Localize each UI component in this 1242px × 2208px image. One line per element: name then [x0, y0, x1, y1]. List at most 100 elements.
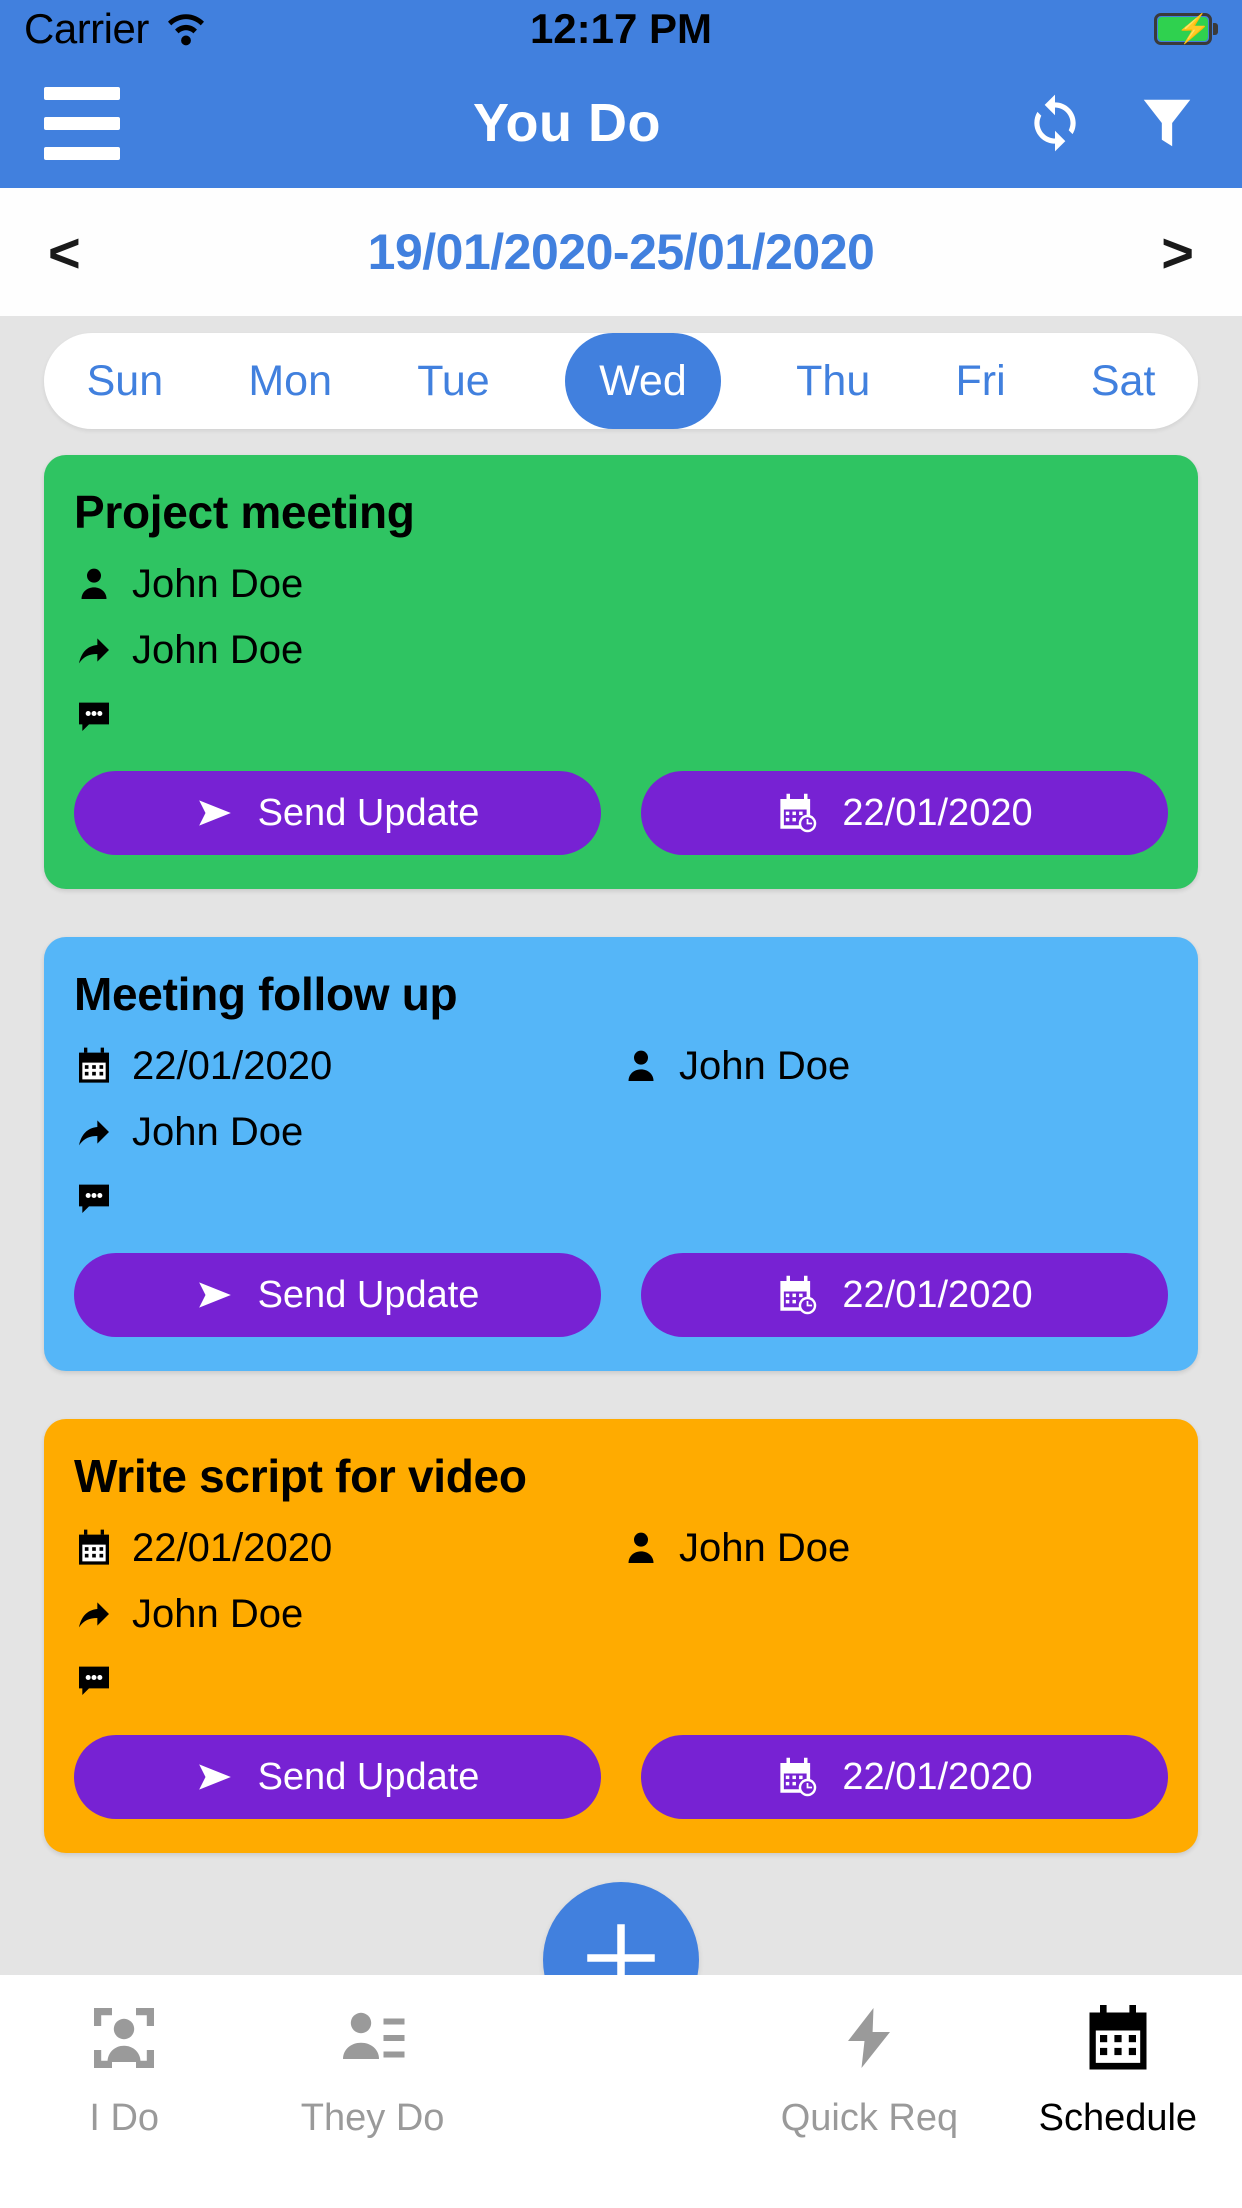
calendar-clock-icon: [776, 1756, 818, 1798]
task-meta-row: 22/01/2020: [74, 1521, 621, 1575]
day-tab-mon[interactable]: Mon: [238, 333, 342, 429]
status-bar-left: Carrier: [24, 5, 530, 53]
day-tab-fri[interactable]: Fri: [945, 333, 1015, 429]
status-bar-right: ⚡: [712, 13, 1218, 45]
task-card[interactable]: Meeting follow up 22/01/2020 John Doe John …: [44, 937, 1198, 1371]
week-range-label: 19/01/2020-25/01/2020: [367, 224, 875, 280]
task-actions: Send Update 22/01/2020: [74, 1735, 1168, 1819]
task-meta-text: John Doe: [132, 627, 304, 672]
tab-they-do[interactable]: They Do: [248, 1999, 496, 2140]
person-frame-icon: [88, 1999, 160, 2077]
task-meta-left: 22/01/2020 John Doe: [74, 1521, 621, 1719]
task-meta-row: John Doe: [74, 623, 621, 677]
app-root: Carrier 12:17 PM ⚡ You Do < 19/01/2020-2…: [0, 0, 1242, 2208]
share-arrow-icon: [74, 1111, 114, 1153]
task-meta-right: John Doe: [621, 1039, 1168, 1237]
task-meta-left: John Doe John Doe: [74, 557, 621, 755]
send-update-label: Send Update: [257, 1755, 480, 1798]
nav-bar: You Do: [0, 58, 1242, 188]
task-meta-text: John Doe: [132, 561, 304, 606]
task-meta-row: [74, 1171, 621, 1225]
prev-week-button[interactable]: <: [48, 220, 108, 285]
lightning-bolt-icon: [833, 1999, 905, 2077]
task-meta-left: 22/01/2020 John Doe: [74, 1039, 621, 1237]
task-meta-right: John Doe: [621, 1521, 1168, 1719]
task-meta-row: [74, 689, 621, 743]
task-date-button[interactable]: 22/01/2020: [641, 1735, 1168, 1819]
day-tab-tue[interactable]: Tue: [407, 333, 500, 429]
calendar-clock-icon: [776, 1274, 818, 1316]
week-navigation: < 19/01/2020-25/01/2020 >: [0, 188, 1242, 316]
day-tab-thu[interactable]: Thu: [786, 333, 880, 429]
task-meta-text: John Doe: [679, 1525, 851, 1570]
task-meta-row: John Doe: [74, 1105, 621, 1159]
tab-schedule[interactable]: Schedule: [994, 1999, 1242, 2140]
day-tab-sun[interactable]: Sun: [77, 333, 174, 429]
task-meta-text: John Doe: [679, 1043, 851, 1088]
task-meta-text: 22/01/2020: [132, 1525, 333, 1570]
comment-dots-icon: [74, 1659, 114, 1701]
task-meta: John Doe John Doe: [74, 557, 1168, 755]
task-card[interactable]: Write script for video 22/01/2020 John Doe…: [44, 1419, 1198, 1853]
send-plane-icon: [196, 1758, 234, 1796]
tab-label: I Do: [89, 2097, 160, 2139]
calendar-icon: [74, 1527, 114, 1569]
clock-label: 12:17 PM: [529, 5, 713, 52]
task-title: Meeting follow up: [74, 968, 458, 1020]
calendar-clock-icon: [776, 792, 818, 834]
task-list: Project meeting John Doe John Doe Send Upda…: [0, 455, 1242, 1901]
task-actions: Send Update 22/01/2020: [74, 1253, 1168, 1337]
task-meta-row: John Doe: [621, 1521, 1168, 1575]
calendar-icon: [74, 1045, 114, 1087]
send-update-label: Send Update: [257, 791, 480, 834]
comment-dots-icon: [74, 1177, 114, 1219]
task-meta-right: [621, 557, 1168, 755]
sync-refresh-icon[interactable]: [1024, 92, 1086, 154]
send-update-button[interactable]: Send Update: [74, 1735, 601, 1819]
bottom-tab-bar: I Do They Do Quick Req Schedule: [0, 1975, 1242, 2208]
nav-actions: [1024, 92, 1198, 154]
person-icon: [74, 563, 114, 605]
tab-label: Quick Req: [780, 2097, 959, 2139]
person-icon: [621, 1045, 661, 1087]
status-bar: Carrier 12:17 PM ⚡: [0, 0, 1242, 58]
day-selector: Sun Mon Tue Wed Thu Fri Sat: [44, 333, 1198, 429]
battery-charging-icon: ⚡: [1154, 13, 1218, 45]
task-title: Project meeting: [74, 486, 415, 538]
task-title: Write script for video: [74, 1450, 527, 1502]
task-meta-row: 22/01/2020: [74, 1039, 621, 1093]
page-title: You Do: [473, 93, 661, 153]
tab-i-do[interactable]: I Do: [0, 1999, 248, 2140]
task-meta-row: John Doe: [621, 1039, 1168, 1093]
task-meta-row: [74, 1653, 621, 1707]
next-week-button[interactable]: >: [1134, 220, 1194, 285]
tab-label: Schedule: [1038, 2097, 1198, 2139]
task-meta-text: John Doe: [132, 1109, 304, 1154]
tab-quick-req[interactable]: Quick Req: [745, 1999, 993, 2140]
task-date-label: 22/01/2020: [842, 1755, 1033, 1798]
day-tab-wed[interactable]: Wed: [564, 333, 721, 429]
task-meta-row: John Doe: [74, 557, 621, 611]
task-date-button[interactable]: 22/01/2020: [641, 771, 1168, 855]
send-plane-icon: [196, 794, 234, 832]
send-update-label: Send Update: [257, 1273, 480, 1316]
hamburger-menu-icon[interactable]: [44, 86, 120, 160]
person-icon: [621, 1527, 661, 1569]
share-arrow-icon: [74, 629, 114, 671]
filter-funnel-icon[interactable]: [1136, 92, 1198, 154]
comment-dots-icon: [74, 695, 114, 737]
send-plane-icon: [196, 1276, 234, 1314]
day-tab-sat[interactable]: Sat: [1081, 333, 1166, 429]
task-meta-text: John Doe: [132, 1591, 304, 1636]
wifi-icon: [163, 11, 209, 47]
send-update-button[interactable]: Send Update: [74, 771, 601, 855]
send-update-button[interactable]: Send Update: [74, 1253, 601, 1337]
calendar-schedule-icon: [1082, 1999, 1154, 2077]
task-date-label: 22/01/2020: [842, 791, 1033, 834]
task-date-button[interactable]: 22/01/2020: [641, 1253, 1168, 1337]
task-actions: Send Update 22/01/2020: [74, 771, 1168, 855]
task-card[interactable]: Project meeting John Doe John Doe Send Upda…: [44, 455, 1198, 889]
task-meta-text: 22/01/2020: [132, 1043, 333, 1088]
tab-label: They Do: [300, 2097, 445, 2139]
person-list-icon: [337, 1999, 409, 2077]
